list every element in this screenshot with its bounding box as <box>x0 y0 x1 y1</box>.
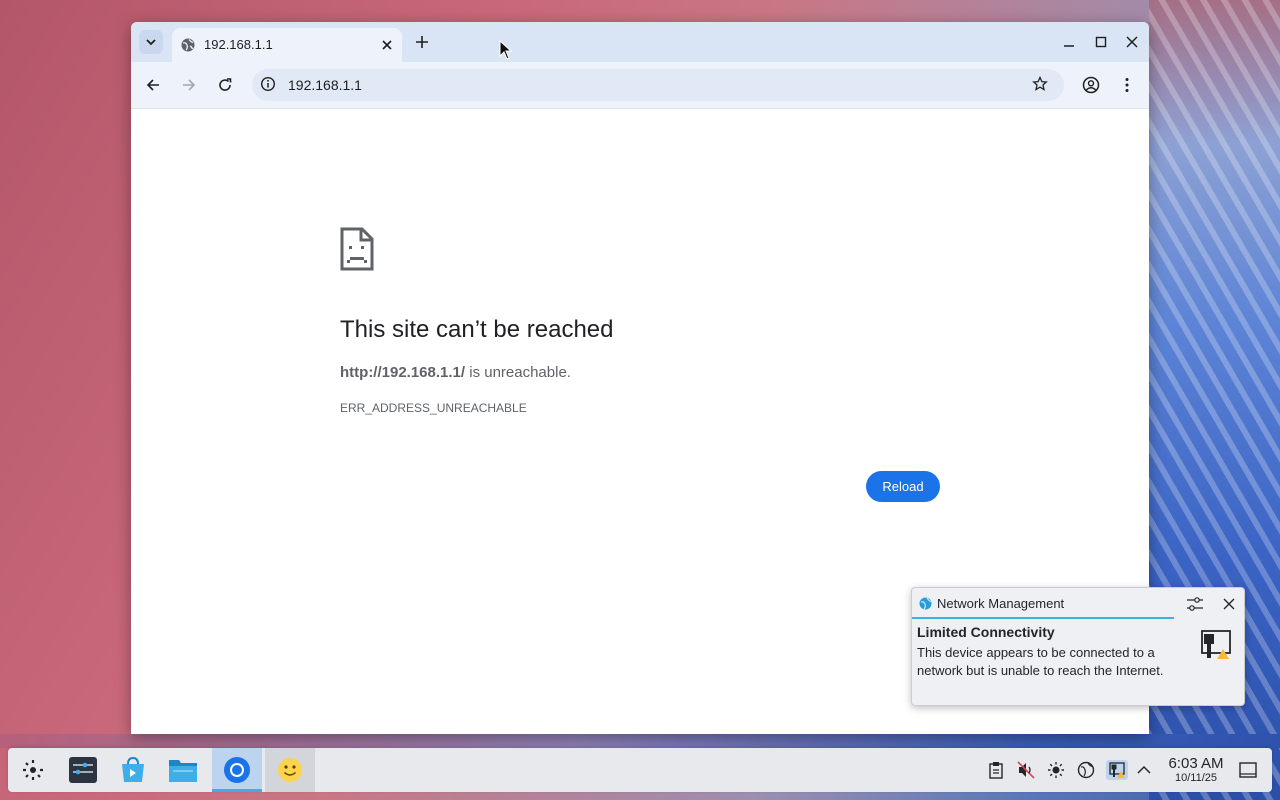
address-bar[interactable]: 192.168.1.1 <box>252 69 1064 101</box>
tab-close-button[interactable] <box>378 36 396 54</box>
close-icon <box>1126 36 1138 48</box>
notification-body: This device appears to be connected to a… <box>917 645 1164 678</box>
close-icon <box>1223 598 1235 610</box>
taskbar-discover[interactable] <box>108 748 158 792</box>
globe-icon <box>180 37 196 58</box>
bookmark-star-icon[interactable] <box>1032 75 1048 97</box>
error-message: http://192.168.1.1/ is unreachable. <box>340 364 571 381</box>
notification-timeout-bar <box>912 617 1174 619</box>
tab-title: 192.168.1.1 <box>204 37 273 52</box>
clipboard-tray-button[interactable] <box>986 760 1006 780</box>
sad-page-icon <box>340 227 374 276</box>
application-launcher-icon <box>23 760 43 780</box>
close-icon <box>382 40 392 50</box>
notification-configure-button[interactable] <box>1184 593 1206 615</box>
mouse-cursor-icon <box>499 39 513 65</box>
desktop-wallpaper-strip <box>0 734 1280 748</box>
taskbar-chromium[interactable] <box>212 748 262 792</box>
browser-toolbar: 192.168.1.1 <box>131 62 1149 109</box>
profile-icon <box>1082 76 1100 94</box>
smiley-app-icon <box>278 758 302 782</box>
back-button[interactable] <box>140 72 166 98</box>
menu-button[interactable] <box>1114 72 1140 98</box>
network-tray-button[interactable] <box>1106 760 1128 780</box>
chevron-up-icon <box>1137 765 1151 774</box>
plus-icon <box>416 36 428 48</box>
error-message-suffix: is unreachable. <box>465 364 571 381</box>
volume-tray-button[interactable] <box>1016 760 1036 780</box>
volume-muted-icon <box>1017 761 1035 779</box>
network-limited-icon <box>1198 628 1234 669</box>
new-tab-button[interactable] <box>411 31 433 53</box>
arrow-right-icon <box>183 79 196 91</box>
taskbar: 6:03 AM 10/11/25 <box>8 748 1272 792</box>
notification-close-button[interactable] <box>1218 593 1240 615</box>
address-url[interactable]: 192.168.1.1 <box>288 77 362 93</box>
taskbar-system-settings[interactable] <box>58 748 108 792</box>
chevron-down-icon <box>146 39 156 46</box>
brightness-icon <box>1048 762 1064 778</box>
chromium-icon <box>224 757 250 783</box>
brightness-tray-button[interactable] <box>1046 760 1066 780</box>
minimize-icon <box>1064 45 1074 47</box>
maximize-button[interactable] <box>1089 30 1113 54</box>
sliders-icon <box>1187 597 1203 611</box>
system-settings-icon <box>69 757 97 783</box>
tab-active[interactable]: 192.168.1.1 <box>172 28 402 62</box>
error-host: http://192.168.1.1/ <box>340 364 466 381</box>
file-manager-icon <box>169 760 197 782</box>
refresh-icon <box>219 78 232 91</box>
globe-icon <box>1077 761 1095 779</box>
error-code: ERR_ADDRESS_UNREACHABLE <box>340 401 527 415</box>
clock-time[interactable]: 6:03 AM <box>1160 755 1232 772</box>
window-close-button[interactable] <box>1120 30 1144 54</box>
show-desktop-button[interactable] <box>1238 760 1258 780</box>
maximize-icon <box>1095 36 1107 48</box>
tab-search-button[interactable] <box>139 30 163 54</box>
discover-store-icon <box>122 756 144 782</box>
network-globe-tray-button[interactable] <box>1076 760 1096 780</box>
reload-toolbar-button[interactable] <box>212 72 238 98</box>
reload-button[interactable]: Reload <box>866 471 940 502</box>
tab-strip: 192.168.1.1 <box>131 22 1149 62</box>
taskbar-smiley-app[interactable] <box>265 748 315 792</box>
clipboard-icon <box>989 762 1003 779</box>
show-hidden-icons-button[interactable] <box>1134 760 1154 780</box>
kebab-menu-icon <box>1125 78 1129 92</box>
network-notification: Network Management Limited Connectivity … <box>911 587 1245 706</box>
notification-app-name: Network Management <box>937 596 1065 611</box>
show-desktop-icon <box>1239 762 1257 778</box>
clock-date[interactable]: 10/11/25 <box>1160 772 1232 784</box>
application-launcher-button[interactable] <box>8 748 58 792</box>
taskbar-file-manager[interactable] <box>158 748 208 792</box>
profile-button[interactable] <box>1078 72 1104 98</box>
network-limited-icon <box>1109 762 1125 778</box>
minimize-button[interactable] <box>1057 30 1081 54</box>
site-info-icon[interactable] <box>260 76 276 97</box>
arrow-left-icon <box>146 79 159 91</box>
network-management-icon <box>919 597 932 615</box>
error-title: This site can’t be reached <box>340 316 614 343</box>
forward-button[interactable] <box>176 72 202 98</box>
notification-summary: Limited Connectivity <box>917 624 1055 640</box>
